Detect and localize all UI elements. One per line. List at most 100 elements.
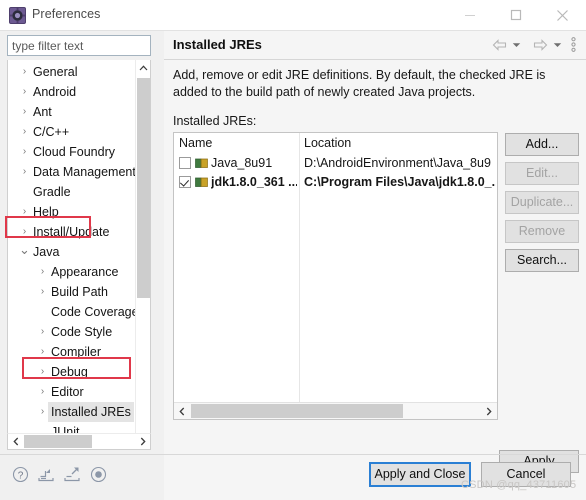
row-checkbox[interactable] <box>179 176 191 188</box>
sidebar-item-label: Compiler <box>51 342 101 362</box>
scroll-left-icon[interactable] <box>174 403 190 419</box>
chevron-right-icon[interactable]: › <box>36 362 49 382</box>
chevron-right-icon[interactable]: › <box>18 82 31 102</box>
back-arrow-icon[interactable] <box>491 36 507 53</box>
scroll-left-icon[interactable] <box>8 434 23 449</box>
close-icon[interactable] <box>539 0 585 30</box>
edit-button[interactable]: Edit... <box>505 162 579 185</box>
sidebar-item-debug[interactable]: ›Debug <box>8 362 136 382</box>
sidebar-item-label: Data Management <box>33 162 136 182</box>
sidebar-item-compiler[interactable]: ›Compiler <box>8 342 136 362</box>
chevron-right-icon[interactable]: › <box>36 262 49 282</box>
jre-icon <box>195 157 208 169</box>
chevron-right-icon[interactable]: › <box>18 102 31 122</box>
chevron-right-icon[interactable]: › <box>18 62 31 82</box>
sidebar-item-label: Install/Update <box>33 222 109 242</box>
sidebar-item-android[interactable]: ›Android <box>8 82 136 102</box>
minimize-icon[interactable] <box>447 0 493 30</box>
installed-jres-table[interactable]: Name Location Java_8u91 D:\AndroidEnviro… <box>173 132 498 420</box>
chevron-right-icon[interactable]: › <box>36 322 49 342</box>
sidebar-item-install-update[interactable]: ›Install/Update <box>8 222 136 242</box>
sidebar-item-installed-jres[interactable]: ›Installed JREs <box>8 402 136 422</box>
sidebar-item-code-style[interactable]: ›Code Style <box>8 322 136 342</box>
table-row[interactable]: Java_8u91 D:\AndroidEnvironment\Java_8u9 <box>174 154 497 173</box>
sidebar-item-general[interactable]: ›General <box>8 62 136 82</box>
import-icon[interactable] <box>34 462 58 486</box>
chevron-right-icon[interactable]: › <box>36 342 49 362</box>
sidebar-item-label: Cloud Foundry <box>33 142 115 162</box>
add-button[interactable]: Add... <box>505 133 579 156</box>
column-header-name[interactable]: Name <box>179 133 297 153</box>
tree-item-list: ›General›Android›Ant›C/C++›Cloud Foundry… <box>8 60 136 450</box>
title-bar: Preferences <box>0 0 586 31</box>
table-horizontal-scrollbar[interactable] <box>174 402 497 419</box>
apply-and-close-button[interactable]: Apply and Close <box>369 462 471 487</box>
preferences-icon <box>9 7 26 24</box>
sidebar-item-ant[interactable]: ›Ant <box>8 102 136 122</box>
maximize-icon[interactable] <box>493 0 539 30</box>
target-icon[interactable] <box>86 462 110 486</box>
sidebar-item-c-c[interactable]: ›C/C++ <box>8 122 136 142</box>
chevron-right-icon[interactable]: › <box>18 162 31 182</box>
back-dropdown-icon[interactable] <box>510 36 522 53</box>
page-header: Installed JREs <box>164 31 586 59</box>
tree-scroll-thumb[interactable] <box>137 78 150 298</box>
sidebar-item-data-management[interactable]: ›Data Management <box>8 162 136 182</box>
chevron-right-icon[interactable]: › <box>36 382 49 402</box>
forward-dropdown-icon[interactable] <box>551 36 563 53</box>
sidebar-item-java[interactable]: ⌄Java <box>8 242 136 262</box>
preference-tree[interactable]: ›General›Android›Ant›C/C++›Cloud Foundry… <box>7 60 151 450</box>
cell-jre-name: jdk1.8.0_361 ... <box>211 173 297 192</box>
remove-button[interactable]: Remove <box>505 220 579 243</box>
sidebar-item-help[interactable]: ›Help <box>8 202 136 222</box>
sidebar-item-cloud-foundry[interactable]: ›Cloud Foundry <box>8 142 136 162</box>
table-row[interactable]: jdk1.8.0_361 ... C:\Program Files\Java\j… <box>174 173 497 192</box>
sidebar-item-gradle[interactable]: Gradle <box>8 182 136 202</box>
chevron-right-icon[interactable]: › <box>18 122 31 142</box>
tree-horizontal-scrollbar[interactable] <box>7 433 151 450</box>
chevron-right-icon[interactable]: › <box>18 202 31 222</box>
tree-hscroll-thumb[interactable] <box>24 435 92 448</box>
installed-jres-label: Installed JREs: <box>173 114 256 128</box>
row-checkbox[interactable] <box>179 157 191 169</box>
scroll-right-icon[interactable] <box>135 434 150 449</box>
scroll-right-icon[interactable] <box>481 403 497 419</box>
sidebar-item-label: Java <box>33 242 59 262</box>
sidebar-item-label: General <box>33 62 77 82</box>
sidebar-item-label: Android <box>33 82 76 102</box>
chevron-down-icon[interactable]: ⌄ <box>18 242 31 258</box>
sidebar-item-build-path[interactable]: ›Build Path <box>8 282 136 302</box>
scroll-up-icon[interactable] <box>136 60 151 76</box>
search-input[interactable] <box>7 35 151 56</box>
sidebar-item-label: Debug <box>51 362 88 382</box>
tree-vertical-scrollbar[interactable] <box>135 60 150 449</box>
table-hscroll-thumb[interactable] <box>191 404 403 418</box>
preference-page: Installed JREs <box>164 31 586 500</box>
forward-arrow-icon[interactable] <box>532 36 548 53</box>
svg-text:?: ? <box>17 470 23 481</box>
help-icon[interactable]: ? <box>8 462 32 486</box>
sidebar-item-label: Ant <box>33 102 52 122</box>
column-header-location[interactable]: Location <box>304 133 494 153</box>
sidebar-item-label: Help <box>33 202 59 222</box>
sidebar-item-label: Code Coverage <box>51 302 136 322</box>
sidebar-item-appearance[interactable]: ›Appearance <box>8 262 136 282</box>
cell-jre-location: C:\Program Files\Java\jdk1.8.0_.. <box>304 173 496 192</box>
chevron-right-icon[interactable]: › <box>18 142 31 162</box>
sidebar-item-label: Editor <box>51 382 84 402</box>
table-header-row: Name Location <box>174 133 497 154</box>
sidebar-item-label: Code Style <box>51 322 112 342</box>
sidebar-item-label: C/C++ <box>33 122 69 142</box>
duplicate-button[interactable]: Duplicate... <box>505 191 579 214</box>
sidebar-item-code-coverage[interactable]: Code Coverage <box>8 302 136 322</box>
sidebar-item-editor[interactable]: ›Editor <box>8 382 136 402</box>
search-button[interactable]: Search... <box>505 249 579 272</box>
export-icon[interactable] <box>60 462 84 486</box>
page-description: Add, remove or edit JRE definitions. By … <box>173 67 578 101</box>
sidebar-item-label: Installed JREs <box>48 402 134 422</box>
sidebar-item-label: Gradle <box>33 182 71 202</box>
window-title: Preferences <box>32 7 101 21</box>
chevron-right-icon[interactable]: › <box>36 282 49 302</box>
chevron-right-icon[interactable]: › <box>18 222 31 242</box>
view-menu-icon[interactable] <box>567 36 579 53</box>
